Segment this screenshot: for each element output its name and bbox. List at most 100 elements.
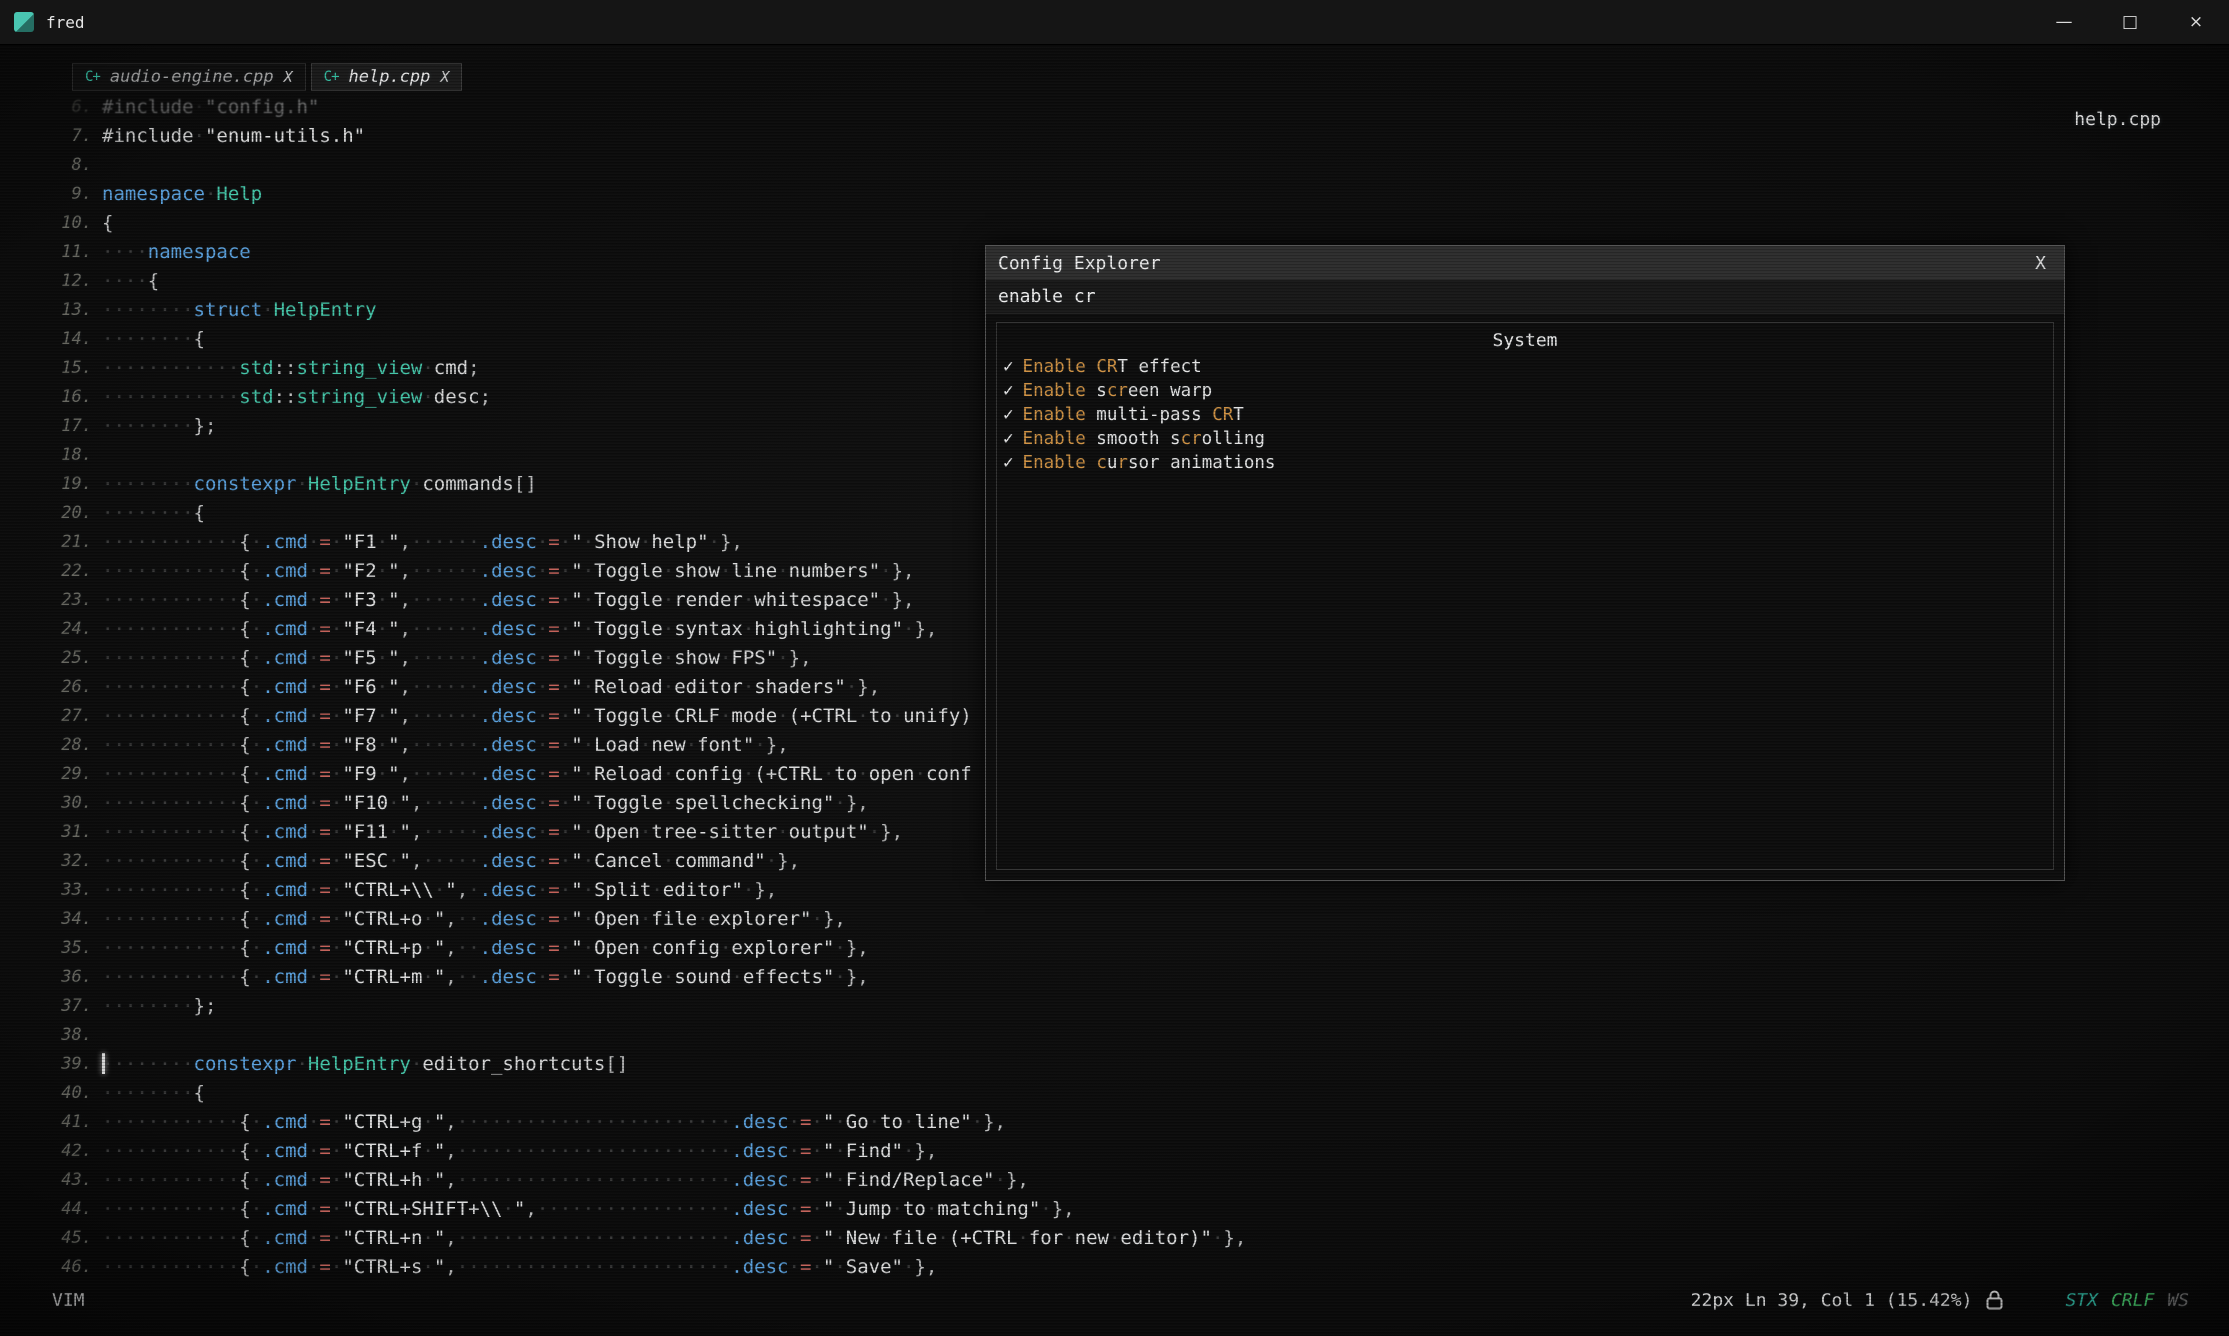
whitespace-dots: ············ xyxy=(102,879,239,901)
code-line[interactable]: 9.namespace·Help xyxy=(50,180,2201,209)
checkbox-checked-icon[interactable]: ✓ xyxy=(1003,405,1014,425)
whitespace-dots: · xyxy=(434,879,445,901)
whitespace-dots: · xyxy=(422,1227,433,1249)
whitespace-dots: · xyxy=(331,937,342,959)
whitespace-dots: · xyxy=(560,560,571,582)
code-token: sound xyxy=(674,966,731,988)
checkbox-checked-icon[interactable]: ✓ xyxy=(1003,381,1014,401)
whitespace-dots: · xyxy=(583,966,594,988)
whitespace-dots: · xyxy=(537,560,548,582)
tab-close-icon[interactable]: X xyxy=(284,68,293,86)
config-option-row[interactable]: ✓Enable cursor animations xyxy=(1003,451,2053,475)
status-flags: STXCRLFWS xyxy=(2065,1290,2189,1311)
whitespace-dots: ····· xyxy=(422,850,479,872)
code-token: = xyxy=(800,1227,811,1249)
code-token: tree-sitter xyxy=(651,821,777,843)
code-token: std xyxy=(239,357,273,379)
code-line[interactable]: 39.········constexpr·HelpEntry·editor_sh… xyxy=(50,1050,2201,1079)
tab-help.cpp[interactable]: C+help.cppX xyxy=(311,63,463,91)
line-number: 32. xyxy=(50,847,102,876)
code-token: { xyxy=(239,879,250,901)
whitespace-dots: · xyxy=(834,937,845,959)
maximize-button[interactable]: □ xyxy=(2097,0,2163,44)
match-highlight: cr xyxy=(1181,429,1202,449)
minimize-button[interactable]: — xyxy=(2031,0,2097,44)
tab-close-icon[interactable]: X xyxy=(440,68,449,86)
config-body: System ✓Enable CRT effect✓Enable screen … xyxy=(996,322,2054,870)
code-token: Toggle xyxy=(594,705,663,727)
whitespace-dots: · xyxy=(377,531,388,553)
code-line[interactable]: 35.············{·.cmd·=·"CTRL+p·",··.des… xyxy=(50,934,2201,963)
code-token: = xyxy=(548,792,559,814)
config-option-row[interactable]: ✓Enable multi-pass CRT xyxy=(1003,403,2053,427)
config-search-input[interactable]: enable cr xyxy=(986,280,2064,314)
whitespace-dots: · xyxy=(308,879,319,901)
code-token: { xyxy=(102,212,113,234)
whitespace-dots: · xyxy=(468,879,479,901)
code-line[interactable]: 46.············{·.cmd·=·"CTRL+s·",······… xyxy=(50,1253,2201,1282)
code-line[interactable]: 42.············{·.cmd·=·"CTRL+f·",······… xyxy=(50,1137,2201,1166)
code-token: to xyxy=(903,1198,926,1220)
code-line[interactable]: 37.········}; xyxy=(50,992,2201,1021)
code-token: Jump xyxy=(846,1198,892,1220)
code-token: , xyxy=(445,1227,456,1249)
code-line[interactable]: 36.············{·.cmd·=·"CTRL+m·",··.des… xyxy=(50,963,2201,992)
code-token: "CTRL+m xyxy=(342,966,422,988)
checkbox-checked-icon[interactable]: ✓ xyxy=(1003,453,1014,473)
whitespace-dots: · xyxy=(331,1256,342,1278)
whitespace-dots: ············ xyxy=(102,821,239,843)
window-controls: — □ × xyxy=(2031,0,2229,44)
code-line[interactable]: 10.{ xyxy=(50,209,2201,238)
whitespace-dots: ······ xyxy=(411,560,480,582)
config-option-row[interactable]: ✓Enable smooth scrolling xyxy=(1003,427,2053,451)
code-token: { xyxy=(239,850,250,872)
code-token: "enum-utils.h" xyxy=(205,125,365,147)
whitespace-dots: ········ xyxy=(102,415,194,437)
code-line[interactable]: 6.#include·"config.h" xyxy=(50,93,2201,122)
config-option-row[interactable]: ✓Enable CRT effect xyxy=(1003,355,2053,379)
code-token: , xyxy=(525,1198,536,1220)
code-token: , xyxy=(445,1140,456,1162)
code-line[interactable]: 44.············{·.cmd·=·"CTRL+SHIFT+\\·"… xyxy=(50,1195,2201,1224)
code-line[interactable]: 38. xyxy=(50,1021,2201,1050)
line-number: 37. xyxy=(50,992,102,1021)
config-option-row[interactable]: ✓Enable screen warp xyxy=(1003,379,2053,403)
code-token: }, xyxy=(1006,1169,1029,1191)
code-token: .desc xyxy=(731,1198,788,1220)
close-button[interactable]: × xyxy=(2163,0,2229,44)
code-token: " xyxy=(571,966,582,988)
code-token: " xyxy=(823,1111,834,1133)
code-token: "F1 xyxy=(342,531,376,553)
line-number: 20. xyxy=(50,499,102,528)
code-line[interactable]: 41.············{·.cmd·=·"CTRL+g·",······… xyxy=(50,1108,2201,1137)
code-line[interactable]: 8. xyxy=(50,151,2201,180)
tab-audio-engine.cpp[interactable]: C+audio-engine.cppX xyxy=(72,63,306,91)
code-token: help" xyxy=(651,531,708,553)
code-line[interactable]: 43.············{·.cmd·=·"CTRL+h·",······… xyxy=(50,1166,2201,1195)
code-token: " xyxy=(571,792,582,814)
code-token: .cmd xyxy=(262,937,308,959)
code-token: shaders" xyxy=(754,676,846,698)
whitespace-dots: · xyxy=(537,937,548,959)
code-token: = xyxy=(319,676,330,698)
code-line[interactable]: 34.············{·.cmd·=·"CTRL+o·",··.des… xyxy=(50,905,2201,934)
code-token: { xyxy=(239,618,250,640)
code-token: , xyxy=(457,879,468,901)
code-token: font" xyxy=(697,734,754,756)
whitespace-dots: · xyxy=(537,879,548,901)
whitespace-dots: ············ xyxy=(102,792,239,814)
code-token: .cmd xyxy=(262,792,308,814)
whitespace-dots: · xyxy=(583,705,594,727)
code-line[interactable]: 40.········{ xyxy=(50,1079,2201,1108)
code-line[interactable]: 7.#include·"enum-utils.h" xyxy=(50,122,2201,151)
whitespace-dots: · xyxy=(583,908,594,930)
popup-close-button[interactable]: X xyxy=(2029,253,2052,274)
checkbox-checked-icon[interactable]: ✓ xyxy=(1003,429,1014,449)
code-token: , xyxy=(400,560,411,582)
code-token: { xyxy=(148,270,159,292)
whitespace-dots: · xyxy=(583,792,594,814)
code-line[interactable]: 45.············{·.cmd·=·"CTRL+n·",······… xyxy=(50,1224,2201,1253)
code-token: New xyxy=(846,1227,880,1249)
checkbox-checked-icon[interactable]: ✓ xyxy=(1003,357,1014,377)
code-token: " xyxy=(571,531,582,553)
